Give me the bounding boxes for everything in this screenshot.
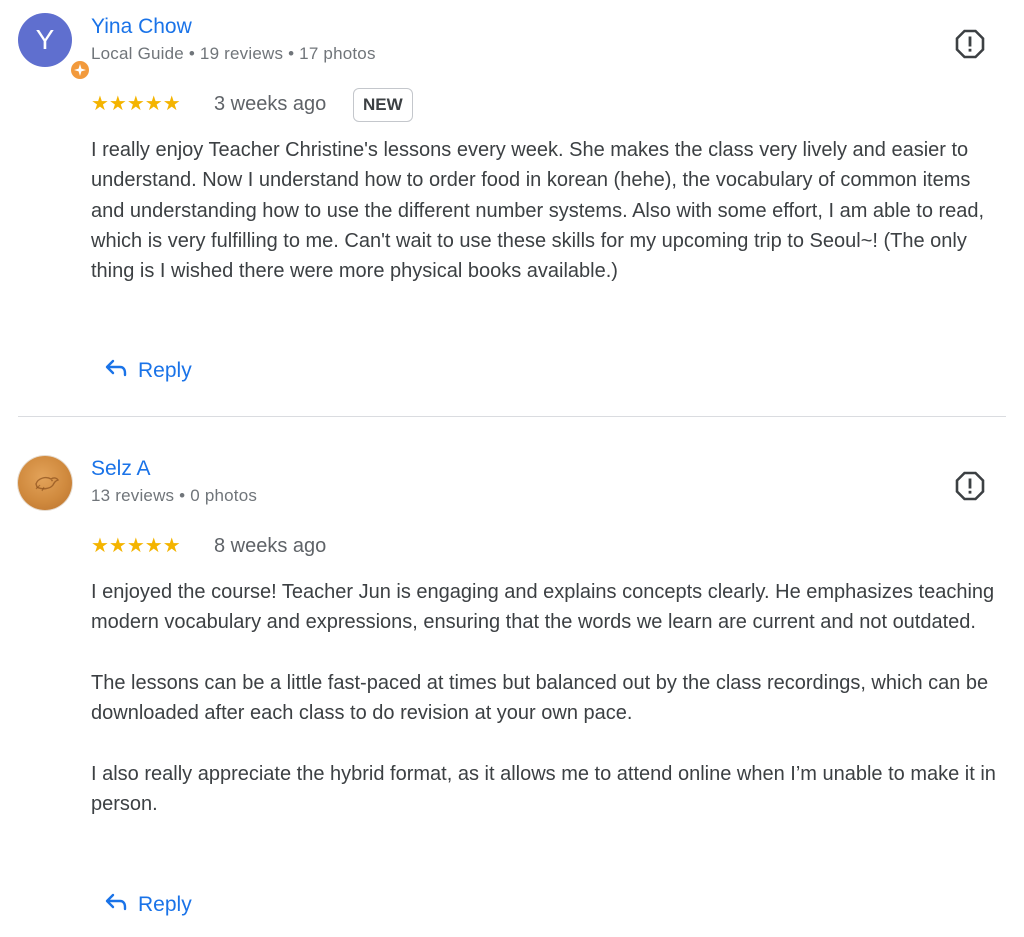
- reply-arrow-icon: [104, 892, 128, 918]
- review-text: I enjoyed the course! Teacher Jun is eng…: [91, 577, 1006, 819]
- review-paragraph: I enjoyed the course! Teacher Jun is eng…: [91, 581, 995, 634]
- reply-arrow-icon: [104, 358, 128, 384]
- reply-label: Reply: [138, 893, 192, 916]
- reply-button[interactable]: Reply: [104, 355, 192, 387]
- review-paragraph: The lessons can be a little fast-paced a…: [91, 671, 989, 725]
- review-card: Y Yina Chow Local Guide • 19 reviews • 1…: [0, 0, 1024, 418]
- review-text: I really enjoy Teacher Christine's lesso…: [91, 135, 1006, 286]
- avatar[interactable]: Y: [18, 13, 91, 81]
- reply-button[interactable]: Reply: [104, 889, 192, 921]
- divider: [18, 416, 1006, 417]
- author-meta: 13 reviews • 0 photos: [91, 486, 258, 505]
- author-meta: Local Guide • 19 reviews • 17 photos: [91, 44, 376, 63]
- review-date: 8 weeks ago: [214, 535, 327, 557]
- report-icon[interactable]: [955, 29, 985, 59]
- bird-photo-icon: [35, 476, 59, 492]
- star-rating: ★★★★★: [91, 93, 181, 115]
- review-date: 3 weeks ago: [214, 93, 327, 115]
- review-paragraph: I really enjoy Teacher Christine's lesso…: [91, 139, 985, 283]
- new-badge: NEW: [353, 88, 413, 122]
- reply-label: Reply: [138, 359, 192, 382]
- review-paragraph: I also really appreciate the hybrid form…: [91, 762, 996, 816]
- report-icon[interactable]: [955, 471, 985, 501]
- star-rating: ★★★★★: [91, 535, 181, 557]
- author-name[interactable]: Yina Chow: [91, 14, 192, 40]
- review-card: Selz A 13 reviews • 0 photos ★★★★★ 8 wee…: [0, 418, 1024, 937]
- local-guide-badge-icon: [69, 59, 91, 81]
- avatar-letter: Y: [35, 24, 55, 55]
- author-name[interactable]: Selz A: [91, 456, 151, 482]
- avatar[interactable]: [18, 456, 72, 510]
